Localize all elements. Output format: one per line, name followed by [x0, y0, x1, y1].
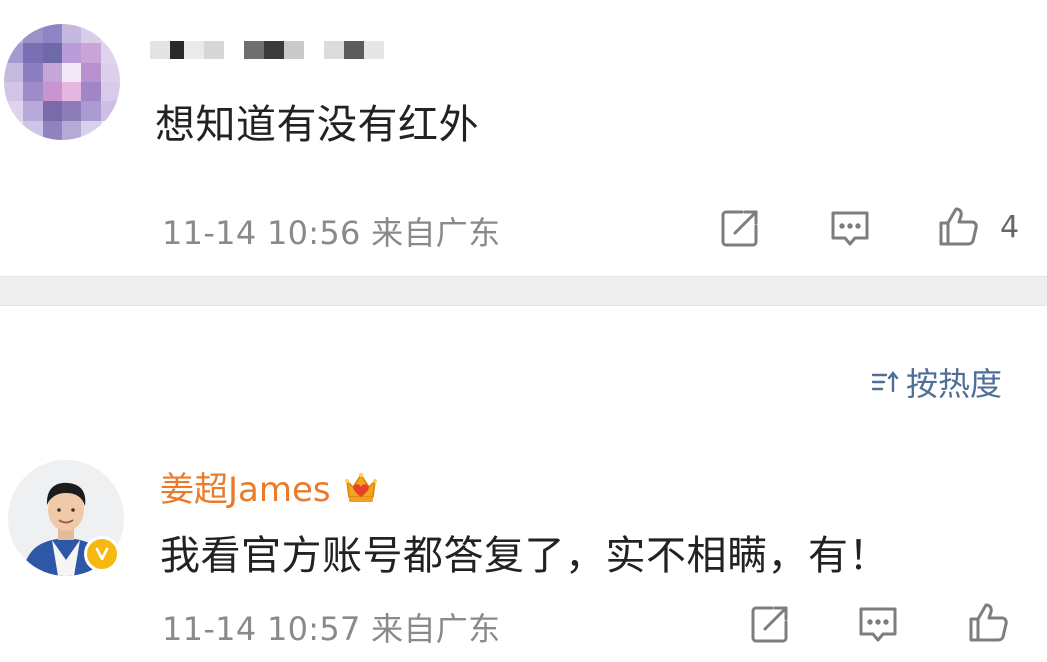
comment-item: 想知道有没有红外 11-14 10:56 来自广东 4 [0, 0, 1047, 276]
comment-time: 11-14 10:57 [162, 610, 361, 648]
thumbs-up-icon [939, 207, 978, 246]
sort-by-hot-button[interactable]: 按热度 [870, 360, 1002, 404]
comment-button[interactable] [828, 206, 872, 250]
comment-icon [859, 607, 897, 642]
crown-badge-icon [344, 472, 377, 502]
comment-button[interactable] [856, 602, 900, 646]
verified-v-icon [95, 547, 109, 561]
comment-location: 来自广东 [371, 610, 501, 648]
share-icon [721, 210, 758, 247]
username[interactable]: 姜超James [160, 462, 331, 511]
sort-label: 按热度 [906, 365, 1003, 403]
username-blurred[interactable] [150, 30, 390, 70]
comment-location: 来自广东 [371, 214, 501, 252]
thumbs-up-icon [969, 603, 1008, 642]
share-button[interactable] [748, 602, 792, 646]
comment-meta: 11-14 10:57 来自广东 [162, 604, 500, 650]
comment-author[interactable]: 姜超James [160, 462, 381, 511]
comment-meta: 11-14 10:56 来自广东 [162, 208, 500, 254]
comment-text: 想知道有没有红外 [155, 102, 479, 148]
share-button[interactable] [718, 206, 762, 250]
comment-time: 11-14 10:56 [162, 214, 361, 252]
avatar-blurred[interactable] [4, 24, 120, 140]
like-button[interactable] [966, 600, 1010, 644]
like-count: 4 [1000, 210, 1020, 245]
comment-icon [831, 211, 869, 246]
sort-icon [871, 371, 899, 393]
verified-badge [84, 536, 120, 572]
section-divider [0, 276, 1047, 306]
comment-text: 我看官方账号都答复了，实不相瞒，有！ [160, 533, 889, 579]
comment-thread: 想知道有没有红外 11-14 10:56 来自广东 4 按热度 姜超James … [0, 0, 1047, 662]
like-button[interactable] [936, 204, 980, 248]
share-icon [751, 606, 788, 643]
